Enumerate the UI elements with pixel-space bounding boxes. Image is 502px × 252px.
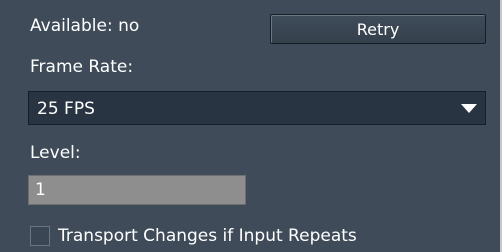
level-label: Level: [30, 143, 81, 163]
transport-changes-option[interactable]: Transport Changes if Input Repeats [30, 224, 357, 248]
level-input[interactable] [28, 175, 246, 205]
retry-button[interactable]: Retry [270, 14, 486, 44]
frame-rate-label: Frame Rate: [30, 57, 134, 77]
transport-changes-label: Transport Changes if Input Repeats [58, 226, 357, 246]
settings-panel: Available: no Retry Frame Rate: 25 FPS L… [0, 0, 502, 252]
frame-rate-selected-value: 25 FPS [37, 99, 95, 119]
triangle-down-icon [460, 104, 477, 113]
frame-rate-dropdown[interactable]: 25 FPS [28, 91, 486, 125]
transport-changes-checkbox[interactable] [30, 226, 50, 246]
dropdown-arrow-icon[interactable] [452, 92, 485, 124]
retry-button-label: Retry [356, 19, 400, 39]
availability-status: Available: no [30, 16, 140, 36]
